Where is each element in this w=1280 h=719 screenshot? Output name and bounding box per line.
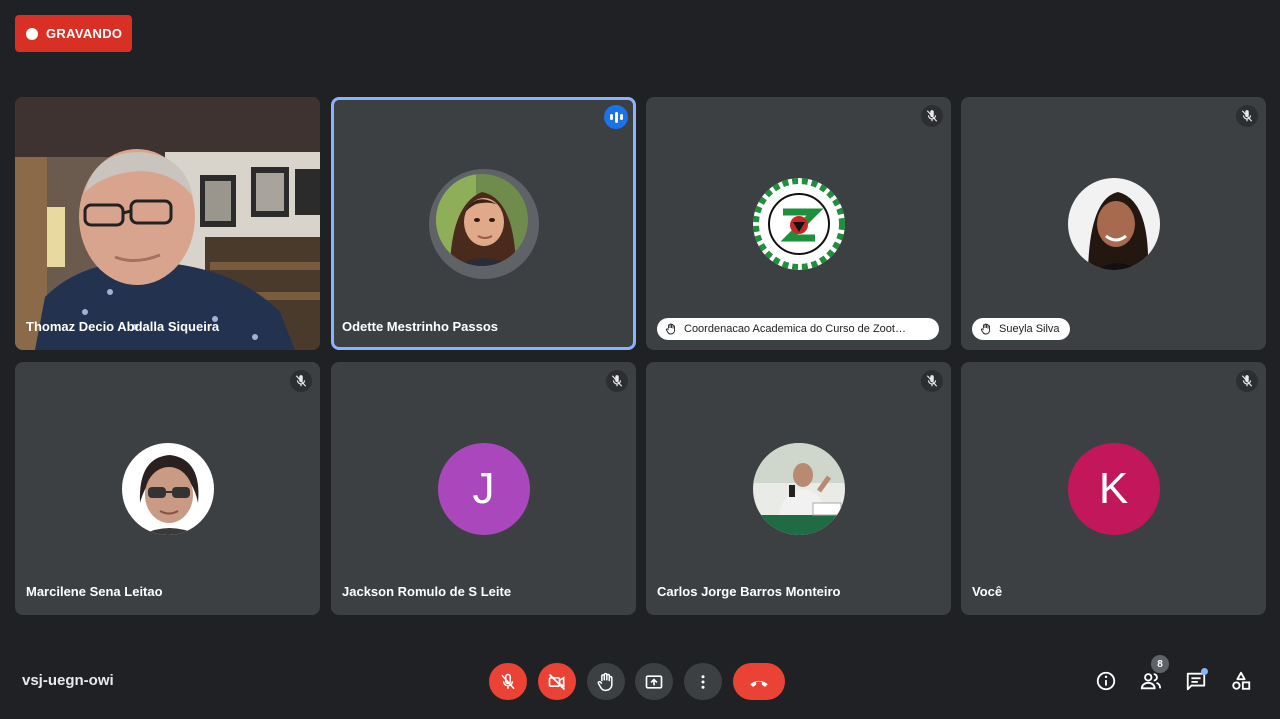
mic-muted-icon — [290, 370, 312, 392]
recording-label: GRAVANDO — [46, 26, 123, 41]
avatar — [752, 177, 845, 270]
leave-call-button[interactable] — [733, 663, 785, 700]
avatar: J — [437, 442, 530, 535]
mic-toggle-button[interactable] — [489, 663, 527, 700]
participant-name: Marcilene Sena Leitao — [26, 584, 163, 599]
hand-raised-name-pill: Sueyla Silva — [972, 318, 1070, 340]
participant-name: Odette Mestrinho Passos — [342, 319, 499, 334]
speaking-indicator-icon — [604, 105, 628, 129]
participant-tile[interactable]: Odette Mestrinho Passos — [331, 97, 636, 350]
mic-muted-icon — [921, 105, 943, 127]
participant-name: Jackson Romulo de S Leite — [342, 584, 512, 599]
camera-toggle-button[interactable] — [538, 663, 576, 700]
participant-name: Sueyla Silva — [999, 323, 1060, 335]
camera-off-icon — [548, 673, 566, 690]
present-screen-icon — [645, 674, 663, 689]
participant-tile[interactable]: K Você — [961, 362, 1266, 615]
recording-dot-icon — [26, 27, 38, 40]
hand-raised-name-pill: Coordenacao Academica do Curso de Zoot… — [657, 318, 939, 340]
participant-count-badge: 8 — [1151, 655, 1169, 673]
avatar — [435, 173, 528, 266]
participant-tile[interactable]: Thomaz Decio Abdalla Siqueira — [15, 97, 320, 350]
raise-hand-button[interactable] — [587, 663, 625, 700]
activities-icon — [1232, 671, 1251, 690]
mic-muted-icon — [1236, 370, 1258, 392]
chat-notification-dot — [1201, 668, 1208, 675]
participant-tile[interactable]: Carlos Jorge Barros Monteiro — [646, 362, 951, 615]
activities-button[interactable] — [1228, 668, 1254, 694]
raised-hand-icon — [980, 323, 992, 335]
mic-muted-icon — [921, 370, 943, 392]
mic-muted-icon — [1236, 105, 1258, 127]
participant-tile[interactable]: J Jackson Romulo de S Leite — [331, 362, 636, 615]
avatar — [121, 442, 214, 535]
participant-tile[interactable]: Marcilene Sena Leitao — [15, 362, 320, 615]
present-screen-button[interactable] — [635, 663, 673, 700]
recording-badge: GRAVANDO — [15, 15, 132, 52]
participant-tile[interactable]: Coordenacao Academica do Curso de Zoot… — [646, 97, 951, 350]
participant-video — [15, 97, 320, 350]
meeting-details-button[interactable] — [1093, 668, 1119, 694]
participant-name: Carlos Jorge Barros Monteiro — [657, 584, 841, 599]
participant-name: Thomaz Decio Abdalla Siqueira — [26, 319, 220, 334]
avatar — [1067, 177, 1160, 270]
people-icon — [1140, 673, 1162, 690]
mic-off-icon — [501, 673, 515, 689]
avatar-letter: J — [472, 463, 495, 513]
end-call-icon — [750, 680, 768, 687]
avatar-letter: K — [1098, 463, 1129, 513]
mic-muted-icon — [606, 370, 628, 392]
meeting-code: vsj-uegn-owi — [22, 672, 114, 689]
info-icon — [1096, 671, 1116, 691]
more-options-button[interactable] — [684, 663, 722, 700]
avatar — [752, 442, 845, 535]
participant-name: Coordenacao Academica do Curso de Zoot… — [684, 323, 906, 335]
participant-tile[interactable]: Sueyla Silva — [961, 97, 1266, 350]
raised-hand-icon — [665, 323, 677, 335]
participant-name: Você — [972, 584, 1003, 599]
raise-hand-icon — [597, 672, 613, 691]
more-options-icon — [701, 674, 705, 689]
avatar: K — [1067, 442, 1160, 535]
